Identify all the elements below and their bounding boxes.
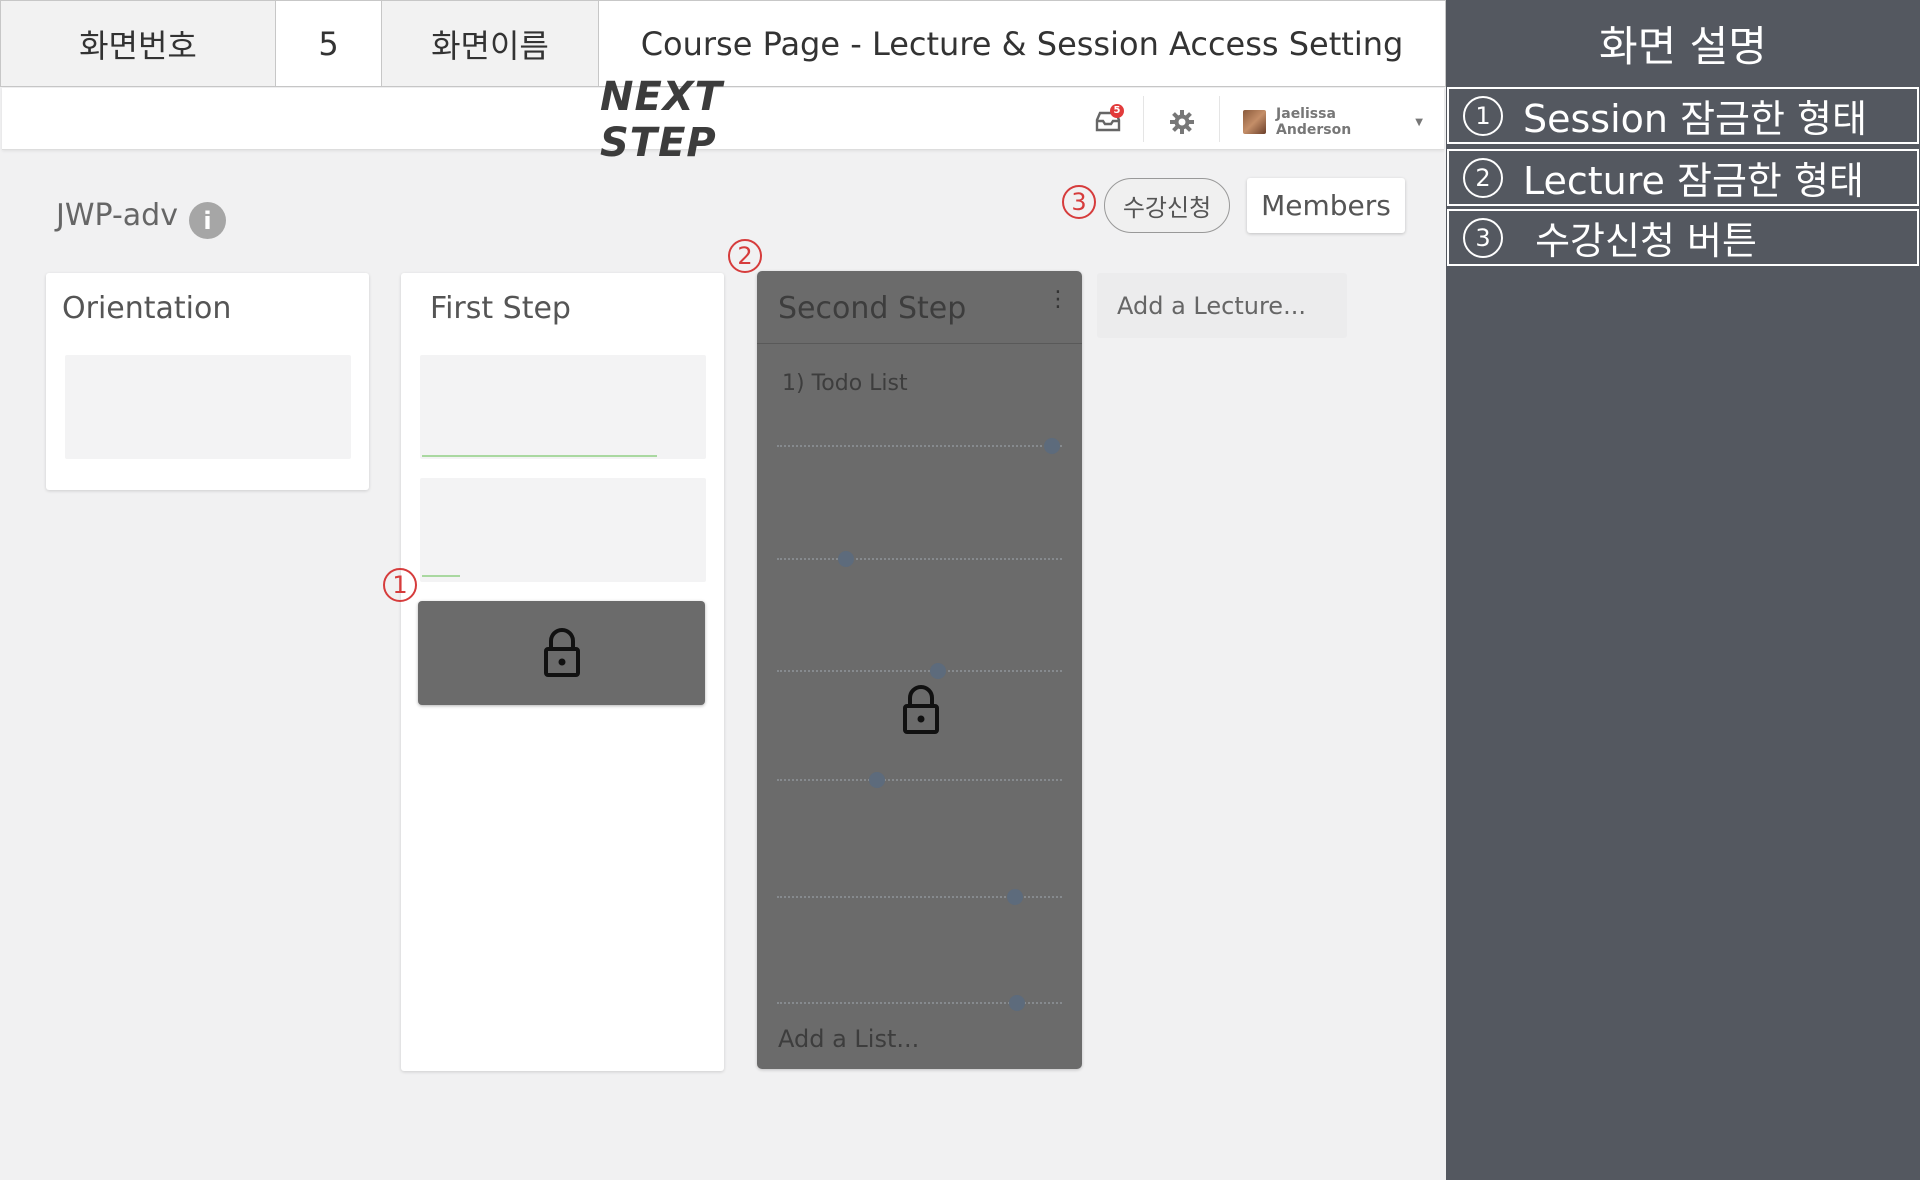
marker-2: 2 <box>728 239 762 273</box>
screen-name-label: 화면이름 <box>381 0 599 87</box>
add-lecture-button[interactable]: Add a Lecture... <box>1097 273 1347 338</box>
dotted-row <box>777 558 1062 560</box>
dotted-row <box>777 670 1062 672</box>
description-item-2: 2 Lecture 잠금한 형태 <box>1447 149 1919 206</box>
settings-button[interactable] <box>1168 108 1196 136</box>
progress-dot <box>930 663 946 679</box>
notification-badge: 5 <box>1110 104 1124 118</box>
avatar <box>1243 110 1267 134</box>
course-title: JWP-adv <box>56 198 178 233</box>
nav-divider <box>1219 96 1220 142</box>
list-title: 1) Todo List <box>782 371 908 396</box>
progress-dot <box>869 772 885 788</box>
progress-bar <box>422 455 657 457</box>
session-card[interactable] <box>420 478 706 582</box>
locked-session[interactable] <box>418 601 705 705</box>
description-item-1: 1 Session 잠금한 형태 <box>1447 87 1919 144</box>
marker-3: 3 <box>1062 185 1096 219</box>
dotted-row <box>777 779 1062 781</box>
session-card[interactable] <box>65 355 351 459</box>
user-menu[interactable]: Jaelissa Anderson ▼ <box>1243 106 1423 138</box>
lecture-second-step-locked[interactable]: Second Step ⋮ 1) Todo List Add a List... <box>757 271 1082 1069</box>
progress-dot <box>1009 995 1025 1011</box>
lecture-first-step: First Step <box>401 273 724 1071</box>
lock-icon <box>903 685 939 734</box>
app-logo[interactable]: NEXT STEP <box>600 74 830 166</box>
progress-dot <box>838 551 854 567</box>
progress-bar <box>422 575 460 577</box>
info-icon[interactable]: i <box>189 202 226 239</box>
marker-1: 1 <box>383 568 417 602</box>
gear-icon <box>1170 110 1194 134</box>
progress-dot <box>1007 889 1023 905</box>
lecture-title: First Step <box>430 291 571 326</box>
chevron-down-icon: ▼ <box>1415 116 1423 128</box>
number-marker: 2 <box>1463 157 1503 198</box>
dotted-row <box>777 445 1062 447</box>
user-name: Jaelissa Anderson <box>1276 106 1352 138</box>
enroll-button[interactable]: 수강신청 <box>1104 178 1230 233</box>
description-text: 수강신청 버튼 <box>1523 219 1757 263</box>
progress-dot <box>1044 438 1060 454</box>
description-item-3: 3 수강신청 버튼 <box>1447 209 1919 266</box>
title-divider <box>757 343 1082 344</box>
session-card[interactable] <box>420 355 706 459</box>
description-title: 화면 설명 <box>1599 21 1767 71</box>
description-text: Lecture 잠금한 형태 <box>1523 159 1864 203</box>
lock-icon <box>543 628 580 677</box>
number-marker: 1 <box>1463 95 1503 136</box>
lecture-orientation: Orientation <box>46 273 369 490</box>
more-menu-icon[interactable]: ⋮ <box>1047 289 1069 311</box>
members-button[interactable]: Members <box>1247 178 1405 233</box>
add-list-link[interactable]: Add a List... <box>778 1025 919 1053</box>
lecture-title: Orientation <box>62 291 232 326</box>
screen-number-label: 화면번호 <box>0 0 276 87</box>
number-marker: 3 <box>1463 217 1503 258</box>
notification-button[interactable]: 5 <box>1093 104 1124 136</box>
lecture-title: Second Step <box>778 291 967 326</box>
description-text: Session 잠금한 형태 <box>1523 97 1867 141</box>
screen-number: 5 <box>275 0 382 87</box>
nav-divider <box>1143 96 1144 142</box>
